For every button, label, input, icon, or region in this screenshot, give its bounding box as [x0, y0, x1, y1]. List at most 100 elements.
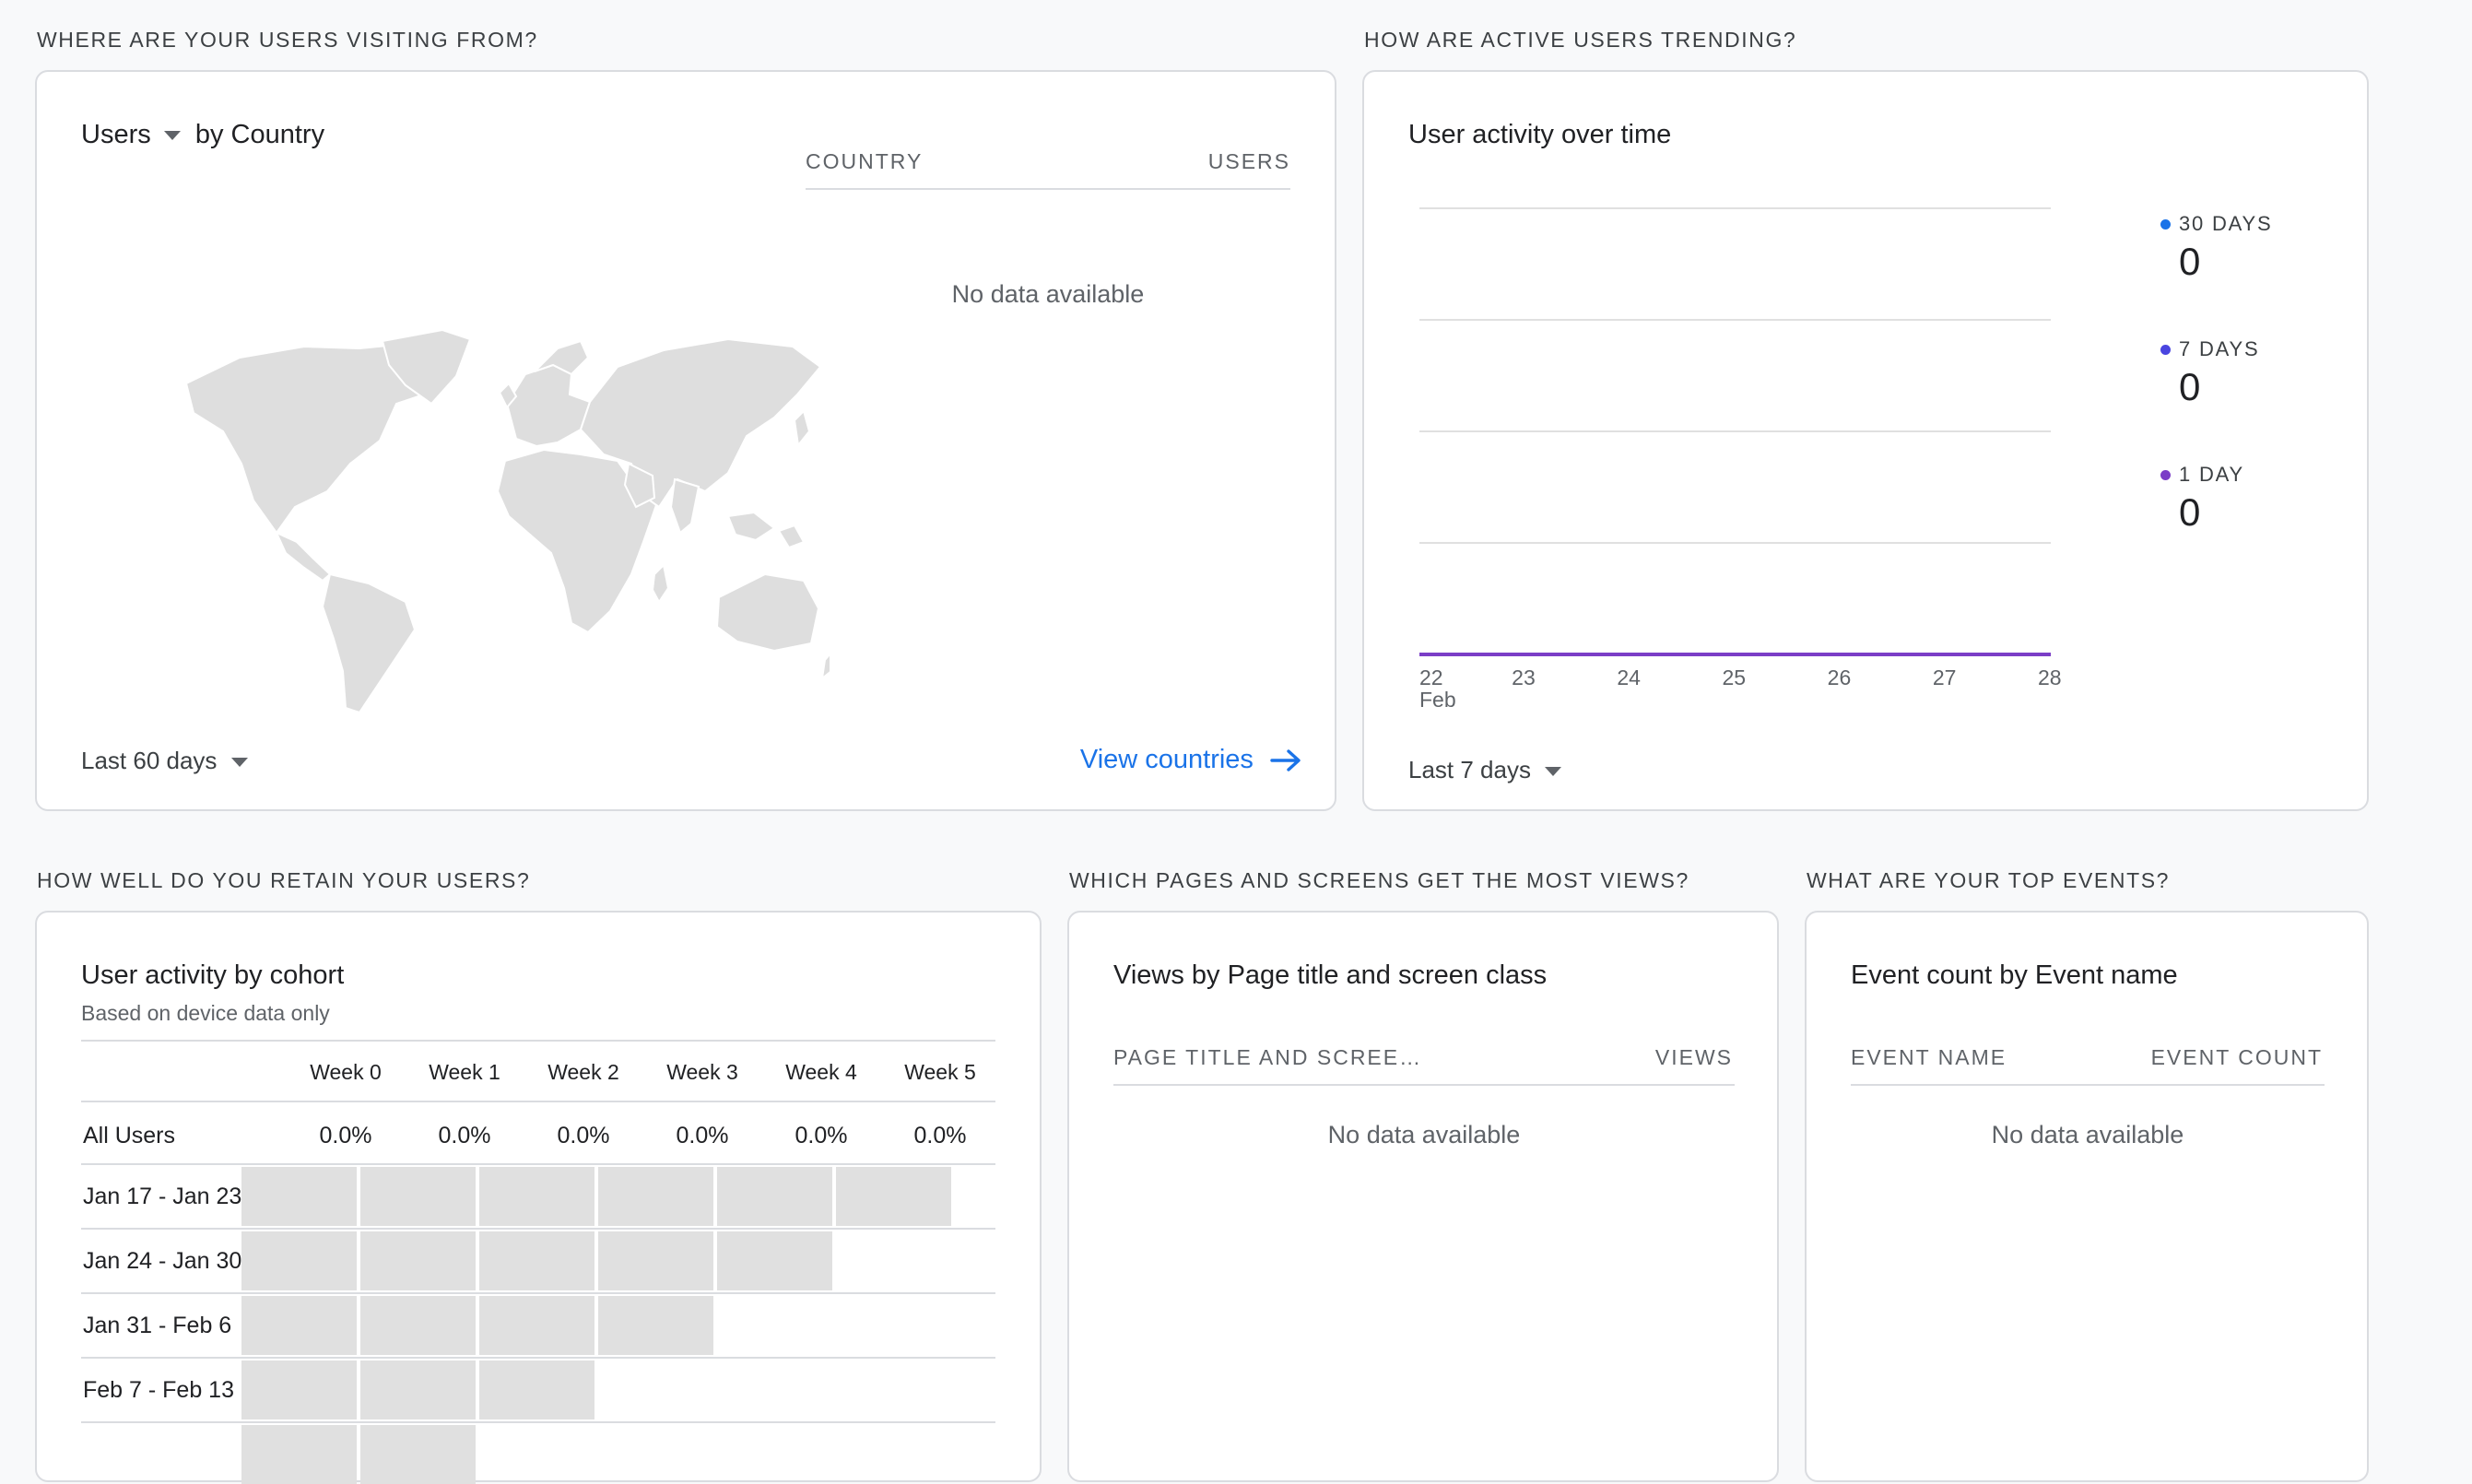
cohort-row-label: Jan 31 - Feb 6 — [83, 1313, 232, 1338]
cohort-cell[interactable] — [598, 1231, 713, 1290]
legend-dot-icon — [2160, 345, 2171, 355]
country-card-title: Users by Country — [81, 120, 324, 150]
pages-no-data-message: No data available — [1327, 1121, 1521, 1148]
cohort-cell[interactable] — [360, 1425, 476, 1484]
trend-date-range-selector[interactable]: Last 7 days — [1408, 756, 1562, 784]
cohort-row-label: Jan 24 - Jan 30 — [83, 1248, 242, 1274]
section-title-pages: WHICH PAGES AND SCREENS GET THE MOST VIE… — [1069, 868, 1689, 892]
cohort-cell[interactable] — [241, 1167, 357, 1226]
all-users-percent: 0.0% — [795, 1123, 848, 1148]
legend-value: 0 — [2179, 365, 2201, 408]
x-axis-tick-label: 23 — [1512, 665, 1536, 689]
cohort-cell[interactable] — [360, 1360, 476, 1419]
cohort-top-divider — [81, 1040, 995, 1042]
world-map-icon — [184, 328, 830, 714]
all-users-percent: 0.0% — [438, 1123, 491, 1148]
table-header-divider — [806, 188, 1290, 190]
cohort-cell[interactable] — [241, 1231, 357, 1290]
user-activity-over-time-card: User activity over time 22 23 24 25 26 27 28 F… — [1362, 70, 2369, 811]
cohort-row-divider — [81, 1292, 995, 1294]
legend-value: 0 — [2179, 240, 2201, 283]
week-column-header: Week 3 — [666, 1060, 738, 1084]
x-axis-tick-label: 28 — [2038, 665, 2062, 689]
date-range-selector[interactable]: Last 60 days — [81, 747, 248, 775]
cohort-row-label: Jan 17 - Jan 23 — [83, 1184, 242, 1209]
section-title-retain: HOW WELL DO YOU RETAIN YOUR USERS? — [37, 868, 531, 892]
week-column-header: Week 0 — [310, 1060, 382, 1084]
events-card-title: Event count by Event name — [1851, 960, 2178, 990]
cohort-cell[interactable] — [360, 1231, 476, 1290]
week-column-header: Week 5 — [904, 1060, 976, 1084]
cohort-cell[interactable] — [598, 1167, 713, 1226]
no-data-message: No data available — [951, 280, 1145, 308]
cohort-card-title: User activity by cohort — [81, 960, 345, 990]
cohort-cell[interactable] — [241, 1360, 357, 1419]
dimension-label: by Country — [194, 120, 325, 149]
views-by-page-title-card: Views by Page title and screen class PAG… — [1067, 911, 1779, 1482]
column-header-country[interactable]: COUNTRY — [806, 149, 923, 174]
arrow-right-icon — [1270, 749, 1301, 772]
cohort-cell[interactable] — [479, 1296, 594, 1355]
cohort-row-label: Feb 7 - Feb 13 — [83, 1377, 234, 1403]
cohort-card-subtitle: Based on device data only — [81, 1001, 330, 1025]
week-column-header: Week 2 — [547, 1060, 619, 1084]
cohort-row-divider — [81, 1163, 995, 1165]
all-users-percent: 0.0% — [557, 1123, 610, 1148]
column-header-views[interactable]: VIEWS — [1655, 1045, 1733, 1070]
cohort-cell[interactable] — [479, 1167, 594, 1226]
caret-down-icon — [1545, 767, 1562, 777]
cohort-row-divider — [81, 1357, 995, 1359]
legend-label: 1 DAY — [2179, 463, 2244, 486]
legend-dot-icon — [2160, 470, 2171, 480]
pages-table-divider — [1113, 1084, 1735, 1086]
week-column-header: Week 1 — [429, 1060, 500, 1084]
x-axis-tick-label: 27 — [1932, 665, 1957, 689]
week-column-header: Week 4 — [785, 1060, 857, 1084]
column-header-users[interactable]: USERS — [1208, 149, 1290, 174]
users-by-country-card: Users by Country COUNTRY USERS No data a… — [35, 70, 1336, 811]
view-countries-link[interactable]: View countries — [1080, 745, 1301, 775]
date-range-label: Last 60 days — [81, 747, 218, 774]
all-users-label: All Users — [83, 1123, 176, 1148]
cohort-cell[interactable] — [717, 1231, 832, 1290]
events-no-data-message: No data available — [1991, 1121, 2184, 1148]
cohort-cell[interactable] — [836, 1167, 951, 1226]
caret-down-icon — [163, 131, 181, 141]
cohort-row-divider — [81, 1421, 995, 1423]
cohort-row-divider — [81, 1228, 995, 1230]
cohort-cell[interactable] — [717, 1167, 832, 1226]
metric-label: Users — [81, 120, 151, 149]
events-table-divider — [1851, 1084, 2325, 1086]
metric-selector[interactable]: Users — [81, 120, 188, 149]
legend-dot-icon — [2160, 219, 2171, 230]
x-axis-tick-label: 26 — [1827, 665, 1852, 689]
legend-label: 30 DAYS — [2179, 212, 2273, 235]
event-count-by-name-card: Event count by Event name EVENT NAME EVE… — [1805, 911, 2369, 1482]
section-title-events: WHAT ARE YOUR TOP EVENTS? — [1807, 868, 2171, 892]
cohort-header-divider — [81, 1101, 995, 1102]
view-countries-label: View countries — [1079, 745, 1254, 774]
legend-value: 0 — [2179, 490, 2201, 534]
trend-date-range-label: Last 7 days — [1408, 756, 1531, 783]
cohort-cell[interactable] — [360, 1296, 476, 1355]
cohort-cell[interactable] — [241, 1425, 357, 1484]
pages-card-title: Views by Page title and screen class — [1113, 960, 1548, 990]
user-activity-by-cohort-card: User activity by cohort Based on device … — [35, 911, 1042, 1484]
section-title-visiting: WHERE ARE YOUR USERS VISITING FROM? — [37, 28, 538, 52]
x-axis-tick-label: 22 — [1419, 665, 1443, 689]
all-users-percent: 0.0% — [913, 1123, 967, 1148]
column-header-page-title[interactable]: PAGE TITLE AND SCREE… — [1113, 1045, 1422, 1070]
caret-down-icon — [230, 758, 248, 768]
cohort-cell[interactable] — [479, 1231, 594, 1290]
column-header-event-name[interactable]: EVENT NAME — [1851, 1045, 2007, 1070]
legend-label: 7 DAYS — [2179, 337, 2260, 360]
activity-line-chart — [1419, 207, 2051, 656]
x-axis-tick-label: 24 — [1617, 665, 1641, 689]
cohort-cell[interactable] — [598, 1296, 713, 1355]
cohort-cell[interactable] — [479, 1360, 594, 1419]
x-axis-month-label: Feb — [1419, 688, 1456, 712]
section-title-trending: HOW ARE ACTIVE USERS TRENDING? — [1364, 28, 1797, 52]
column-header-event-count[interactable]: EVENT COUNT — [2151, 1045, 2323, 1070]
cohort-cell[interactable] — [360, 1167, 476, 1226]
cohort-cell[interactable] — [241, 1296, 357, 1355]
